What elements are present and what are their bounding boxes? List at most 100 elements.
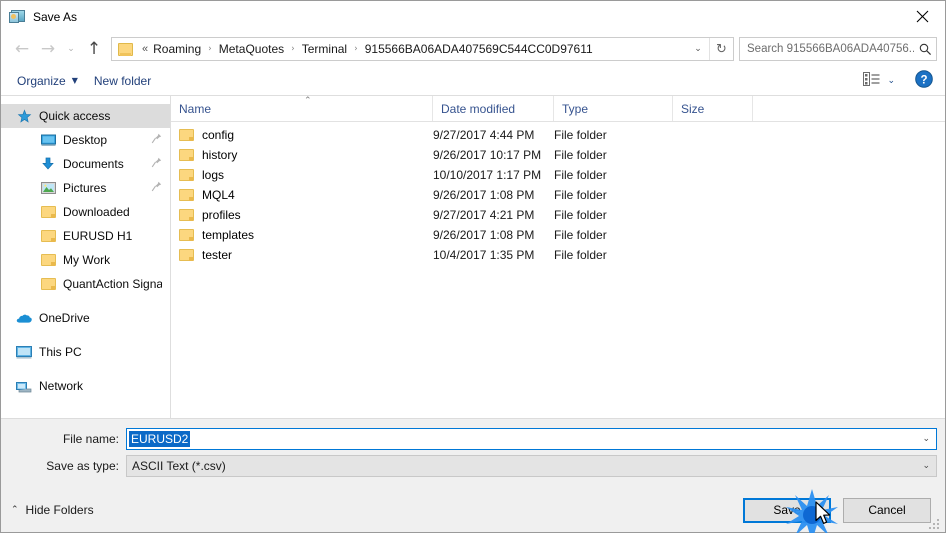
address-dropdown-chevron-icon[interactable]: ⌄ bbox=[687, 38, 709, 60]
file-type: File folder bbox=[554, 168, 607, 182]
breadcrumb-separator-icon: › bbox=[291, 44, 295, 54]
table-row[interactable]: profiles 9/27/2017 4:21 PM File folder bbox=[171, 205, 945, 225]
save-form-area: File name: EURUSD2 ⌄ Save as type: ASCII… bbox=[1, 418, 945, 488]
column-header-filler bbox=[753, 96, 945, 121]
sidebar-item-network[interactable]: Network bbox=[1, 374, 170, 398]
sort-ascending-icon: ⌃ bbox=[304, 96, 312, 106]
chevron-down-icon: ▼ bbox=[71, 76, 78, 85]
sidebar-item-documents[interactable]: Documents bbox=[1, 152, 170, 176]
column-header-label: Type bbox=[562, 101, 589, 116]
file-type: File folder bbox=[554, 248, 607, 262]
up-arrow-icon[interactable]: ↑ bbox=[81, 36, 107, 62]
back-arrow-icon[interactable]: ← bbox=[9, 36, 35, 62]
file-name-row: File name: EURUSD2 ⌄ bbox=[1, 428, 945, 450]
svg-text:?: ? bbox=[920, 74, 927, 86]
column-header-label: Date modified bbox=[441, 101, 516, 116]
sidebar-item-desktop[interactable]: Desktop bbox=[1, 128, 170, 152]
breadcrumb-item-guid[interactable]: 915566BA06ADA407569C544CC0D97611 bbox=[365, 42, 593, 56]
cancel-button[interactable]: Cancel bbox=[843, 497, 931, 523]
onedrive-cloud-icon bbox=[15, 309, 33, 327]
column-header-type[interactable]: Type bbox=[554, 96, 673, 121]
sidebar-item-downloaded[interactable]: Downloaded bbox=[1, 200, 170, 224]
file-date: 9/27/2017 4:21 PM bbox=[433, 208, 535, 222]
folder-icon bbox=[179, 149, 194, 161]
forward-arrow-icon[interactable]: → bbox=[35, 36, 61, 62]
sidebar-item-label: Pictures bbox=[63, 181, 107, 195]
organize-button[interactable]: Organize ▼ bbox=[9, 71, 86, 91]
sidebar-item-this-pc[interactable]: This PC bbox=[1, 340, 170, 364]
network-icon bbox=[15, 377, 33, 395]
table-row[interactable]: templates 9/26/2017 1:08 PM File folder bbox=[171, 225, 945, 245]
file-name-cell: history bbox=[171, 148, 433, 162]
sidebar-item-pictures[interactable]: Pictures bbox=[1, 176, 170, 200]
resize-grip[interactable] bbox=[929, 517, 941, 529]
sidebar-item-label: Network bbox=[39, 379, 84, 393]
breadcrumb-item-terminal[interactable]: Terminal bbox=[302, 42, 347, 56]
file-date: 9/26/2017 1:08 PM bbox=[433, 228, 535, 242]
sidebar-item-quantaction-signal[interactable]: QuantAction Signal bbox=[1, 272, 170, 296]
folder-icon bbox=[179, 229, 194, 241]
table-row[interactable]: config 9/27/2017 4:44 PM File folder bbox=[171, 125, 945, 145]
file-name-value: EURUSD2 bbox=[129, 431, 191, 447]
table-row[interactable]: history 9/26/2017 10:17 PM File folder bbox=[171, 145, 945, 165]
column-header-date-modified[interactable]: Date modified bbox=[433, 96, 554, 121]
file-date: 9/26/2017 1:08 PM bbox=[433, 188, 535, 202]
breadcrumb-separator-icon: › bbox=[208, 44, 212, 54]
search-input[interactable]: Search 915566BA06ADA40756... bbox=[740, 43, 914, 55]
file-list-pane: Name ⌃ Date modified Type Size config 9/… bbox=[171, 96, 945, 418]
address-bar[interactable]: « Roaming › MetaQuotes › Terminal › 9155… bbox=[111, 37, 734, 61]
sidebar-item-my-work[interactable]: My Work bbox=[1, 248, 170, 272]
pin-icon[interactable] bbox=[151, 133, 162, 147]
column-header-name[interactable]: Name ⌃ bbox=[171, 96, 433, 121]
refresh-icon[interactable]: ↻ bbox=[709, 38, 733, 60]
breadcrumb-item-roaming[interactable]: Roaming bbox=[153, 42, 201, 56]
save-as-dialog: Save As ← → ⌄ ↑ « Roaming › MetaQuotes ›… bbox=[0, 0, 946, 533]
folder-icon bbox=[179, 189, 194, 201]
folder-icon bbox=[39, 203, 57, 221]
recent-locations-chevron-icon[interactable]: ⌄ bbox=[61, 36, 81, 62]
file-name-label: File name: bbox=[62, 432, 119, 446]
change-view-button[interactable]: ⌄ bbox=[857, 69, 901, 92]
table-row[interactable]: tester 10/4/2017 1:35 PM File folder bbox=[171, 245, 945, 265]
file-type: File folder bbox=[554, 208, 607, 222]
chevron-down-icon[interactable]: ⌄ bbox=[922, 434, 930, 444]
column-header-size[interactable]: Size bbox=[673, 96, 753, 121]
folder-icon bbox=[179, 129, 194, 141]
sidebar-item-quick-access[interactable]: Quick access bbox=[1, 104, 170, 128]
hide-folders-toggle[interactable]: ⌃ Hide Folders bbox=[11, 503, 94, 517]
breadcrumb-item-metaquotes[interactable]: MetaQuotes bbox=[219, 42, 284, 56]
table-row[interactable]: MQL4 9/26/2017 1:08 PM File folder bbox=[171, 185, 945, 205]
window-title: Save As bbox=[33, 9, 78, 24]
sidebar-item-label: OneDrive bbox=[39, 311, 90, 325]
search-box[interactable]: Search 915566BA06ADA40756... bbox=[739, 37, 937, 61]
file-name-cell: MQL4 bbox=[171, 188, 433, 202]
new-folder-button[interactable]: New folder bbox=[86, 71, 159, 91]
save-button[interactable]: Save bbox=[743, 497, 831, 523]
dialog-body: Quick access Desktop Documents Pictures … bbox=[1, 96, 945, 418]
sidebar-item-eurusd-h1[interactable]: EURUSD H1 bbox=[1, 224, 170, 248]
file-name-input[interactable]: EURUSD2 ⌄ bbox=[126, 428, 937, 450]
chevron-down-icon[interactable]: ⌄ bbox=[922, 461, 930, 471]
folder-icon bbox=[179, 249, 194, 261]
file-date: 9/27/2017 4:44 PM bbox=[433, 128, 535, 142]
search-icon bbox=[914, 43, 936, 56]
pin-icon[interactable] bbox=[151, 181, 162, 195]
sidebar-item-label: This PC bbox=[39, 345, 82, 359]
help-button[interactable]: ? bbox=[915, 70, 933, 91]
view-mode-icon bbox=[863, 72, 880, 89]
sidebar-item-onedrive[interactable]: OneDrive bbox=[1, 306, 170, 330]
table-row[interactable]: logs 10/10/2017 1:17 PM File folder bbox=[171, 165, 945, 185]
pin-icon[interactable] bbox=[151, 157, 162, 171]
file-name: templates bbox=[202, 228, 255, 242]
close-icon[interactable] bbox=[899, 1, 945, 32]
save-as-type-label: Save as type: bbox=[46, 459, 119, 473]
file-name: MQL4 bbox=[202, 188, 235, 202]
sidebar-item-label: Downloaded bbox=[63, 205, 130, 219]
this-pc-icon bbox=[15, 343, 33, 361]
pictures-icon bbox=[39, 179, 57, 197]
column-header-label: Size bbox=[681, 101, 705, 116]
save-as-type-select[interactable]: ASCII Text (*.csv) ⌄ bbox=[126, 455, 937, 477]
navigation-bar: ← → ⌄ ↑ « Roaming › MetaQuotes › Termina… bbox=[1, 32, 945, 66]
breadcrumb-overflow[interactable]: « bbox=[142, 43, 148, 55]
file-name-cell: config bbox=[171, 128, 433, 142]
